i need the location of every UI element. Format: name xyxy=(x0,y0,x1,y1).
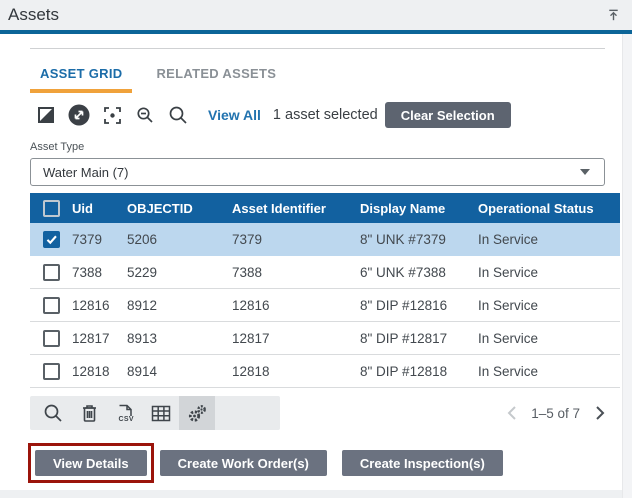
previous-page-icon[interactable] xyxy=(501,403,521,423)
cell-display-name: 6" UNK #7388 xyxy=(360,265,478,280)
table-row[interactable]: 7379 5206 7379 8" UNK #7379 In Service xyxy=(30,223,620,256)
asset-type-label: Asset Type xyxy=(30,141,622,153)
table-icon[interactable] xyxy=(143,396,179,430)
cell-operational-status: In Service xyxy=(478,265,620,280)
table-header-row: Uid OBJECTID Asset Identifier Display Na… xyxy=(30,193,620,223)
table-row[interactable]: 12817 8913 12817 8" DIP #12817 In Servic… xyxy=(30,322,620,355)
selection-status: 1 asset selected xyxy=(273,107,378,123)
tab-asset-grid[interactable]: ASSET GRID xyxy=(30,60,132,93)
collapse-up-icon[interactable] xyxy=(604,6,622,24)
panel-content: ASSET GRID RELATED ASSETS xyxy=(0,34,622,490)
export-csv-icon[interactable]: CSV xyxy=(107,396,143,430)
cell-asset-identifier: 7388 xyxy=(232,265,360,280)
tab-label: RELATED ASSETS xyxy=(156,66,276,81)
divider xyxy=(30,48,605,49)
pagination: 1–5 of 7 xyxy=(501,403,620,423)
grid-footer: CSV xyxy=(30,396,620,430)
svg-text:CSV: CSV xyxy=(119,416,134,423)
row-checkbox[interactable] xyxy=(43,363,60,380)
select-all-checkbox[interactable] xyxy=(43,200,60,217)
row-checkbox[interactable] xyxy=(43,297,60,314)
cell-uid: 12818 xyxy=(72,364,127,379)
right-gutter xyxy=(622,34,632,498)
cell-operational-status: In Service xyxy=(478,364,620,379)
map-toolbar: View All 1 asset selected Clear Selectio… xyxy=(34,100,622,130)
table-row[interactable]: 12816 8912 12816 8" DIP #12816 In Servic… xyxy=(30,289,620,322)
cell-objectid: 8913 xyxy=(127,331,232,346)
cell-display-name: 8" DIP #12818 xyxy=(360,364,478,379)
asset-table: Uid OBJECTID Asset Identifier Display Na… xyxy=(30,193,620,388)
tab-related-assets[interactable]: RELATED ASSETS xyxy=(146,60,286,93)
action-buttons-row: View Details Create Work Order(s) Create… xyxy=(28,443,622,483)
table-row[interactable]: 7388 5229 7388 6" UNK #7388 In Service xyxy=(30,256,620,289)
create-work-orders-button[interactable]: Create Work Order(s) xyxy=(160,450,327,476)
next-page-icon[interactable] xyxy=(590,403,610,423)
search-icon[interactable] xyxy=(35,396,71,430)
column-header-operational-status[interactable]: Operational Status xyxy=(478,201,620,216)
cell-objectid: 8912 xyxy=(127,298,232,313)
panel-header: Assets xyxy=(0,0,632,30)
cell-operational-status: In Service xyxy=(478,298,620,313)
highlight-annotation-box: View Details xyxy=(28,443,154,483)
column-header-display-name[interactable]: Display Name xyxy=(360,201,478,216)
cell-asset-identifier: 12817 xyxy=(232,331,360,346)
pagination-label: 1–5 of 7 xyxy=(531,406,580,421)
delete-icon[interactable] xyxy=(71,396,107,430)
cell-uid: 12817 xyxy=(72,331,127,346)
cell-objectid: 5206 xyxy=(127,232,232,247)
zoom-out-icon[interactable] xyxy=(133,103,157,127)
chevron-down-icon xyxy=(580,169,590,175)
view-all-link[interactable]: View All xyxy=(208,107,261,123)
tab-label: ASSET GRID xyxy=(40,66,122,81)
asset-type-select[interactable]: Water Main (7) xyxy=(30,158,605,186)
create-inspections-button[interactable]: Create Inspection(s) xyxy=(342,450,503,476)
column-header-objectid[interactable]: OBJECTID xyxy=(127,201,232,216)
cell-uid: 7388 xyxy=(72,265,127,280)
cell-uid: 12816 xyxy=(72,298,127,313)
page-title: Assets xyxy=(8,5,59,25)
search-icon[interactable] xyxy=(166,103,190,127)
clear-selection-button[interactable]: Clear Selection xyxy=(385,102,511,128)
cell-asset-identifier: 7379 xyxy=(232,232,360,247)
zoom-to-selection-icon[interactable] xyxy=(100,103,124,127)
cell-operational-status: In Service xyxy=(478,331,620,346)
cell-objectid: 5229 xyxy=(127,265,232,280)
assets-panel: Assets ASSET GRID RELATED ASSETS xyxy=(0,0,632,498)
grid-toolbar: CSV xyxy=(30,396,280,430)
cell-asset-identifier: 12816 xyxy=(232,298,360,313)
asset-type-value: Water Main (7) xyxy=(43,165,128,180)
settings-gears-icon[interactable] xyxy=(179,396,215,430)
cell-uid: 7379 xyxy=(72,232,127,247)
cell-asset-identifier: 12818 xyxy=(232,364,360,379)
view-details-button[interactable]: View Details xyxy=(35,450,147,476)
contrast-toggle-icon[interactable] xyxy=(34,103,58,127)
cell-objectid: 8914 xyxy=(127,364,232,379)
row-checkbox[interactable] xyxy=(43,330,60,347)
table-row[interactable]: 12818 8914 12818 8" DIP #12818 In Servic… xyxy=(30,355,620,388)
row-checkbox[interactable] xyxy=(43,231,60,248)
column-header-uid[interactable]: Uid xyxy=(72,201,127,216)
bottom-strip xyxy=(0,490,622,498)
cell-display-name: 8" UNK #7379 xyxy=(360,232,478,247)
pan-mode-icon[interactable] xyxy=(67,103,91,127)
row-checkbox[interactable] xyxy=(43,264,60,281)
column-header-asset-identifier[interactable]: Asset Identifier xyxy=(232,201,360,216)
tab-bar: ASSET GRID RELATED ASSETS xyxy=(30,60,622,93)
cell-operational-status: In Service xyxy=(478,232,620,247)
table-body: 7379 5206 7379 8" UNK #7379 In Service 7… xyxy=(30,223,620,388)
cell-display-name: 8" DIP #12817 xyxy=(360,331,478,346)
cell-display-name: 8" DIP #12816 xyxy=(360,298,478,313)
